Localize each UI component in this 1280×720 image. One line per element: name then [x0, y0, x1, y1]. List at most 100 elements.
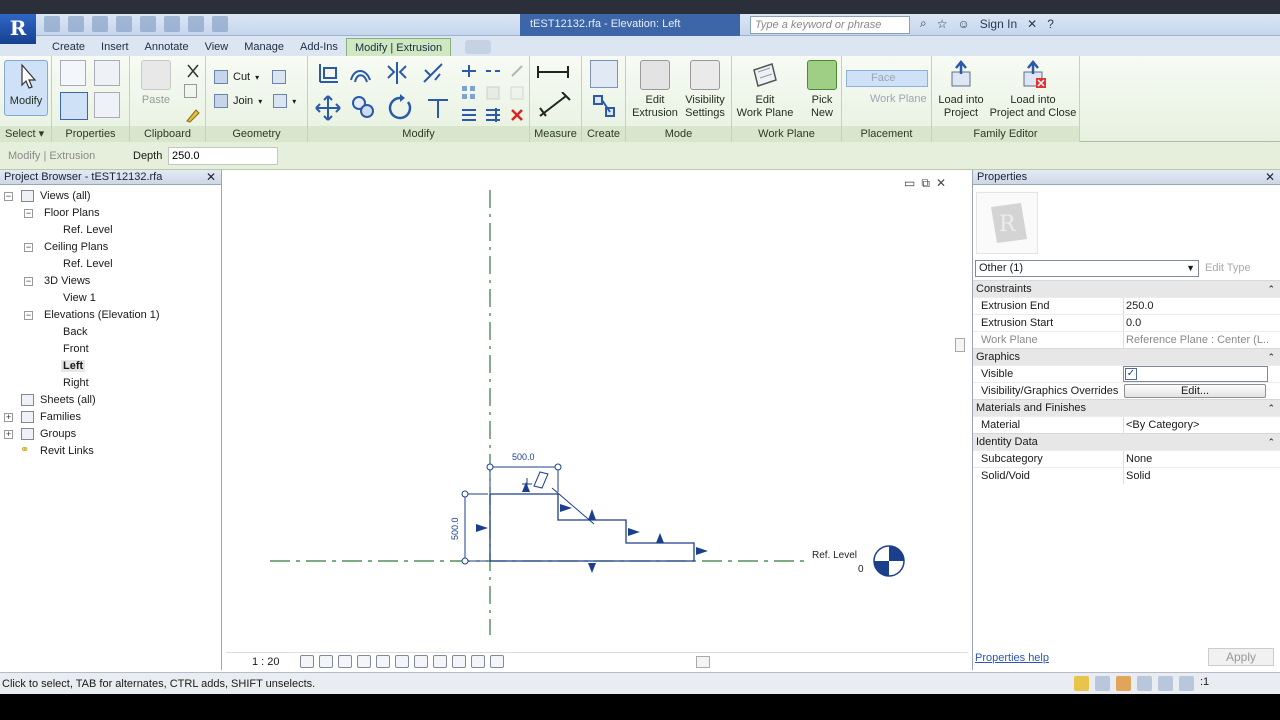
tab-insert[interactable]: Insert	[93, 38, 137, 56]
undo-icon[interactable]	[92, 16, 108, 32]
array-icon[interactable]	[460, 84, 478, 102]
pin-icon[interactable]	[508, 62, 526, 80]
align-icon[interactable]	[316, 60, 342, 86]
width-dimension-text[interactable]: 500.0	[512, 452, 535, 462]
tag-icon[interactable]	[188, 16, 204, 32]
tree-revit-links[interactable]: ⚭ Revit Links	[0, 443, 221, 460]
join-geometry-button[interactable]: Join ▾ ▾	[214, 94, 296, 108]
category-graphics[interactable]: Graphics ⌃	[973, 348, 1280, 365]
properties-icon[interactable]	[60, 92, 88, 120]
extrusion-start-field[interactable]: 0.0	[1123, 315, 1268, 331]
create-group-icon[interactable]	[590, 92, 618, 120]
offset-icon[interactable]	[348, 60, 374, 86]
cut-geometry-button[interactable]: Cut ▾	[214, 70, 287, 84]
ribbon-minimize-button[interactable]	[465, 40, 492, 54]
dimension-grip[interactable]	[554, 463, 562, 471]
user-icon[interactable]: ☺	[958, 17, 970, 31]
level-head-icon[interactable]	[873, 545, 905, 577]
redo-icon[interactable]	[116, 16, 132, 32]
split-gap-icon[interactable]	[484, 62, 502, 80]
tree-groups[interactable]: + Groups	[0, 426, 221, 443]
select-by-face-icon[interactable]	[1137, 676, 1152, 691]
tree-views-all[interactable]: − Views (all)	[0, 188, 221, 205]
apply-button[interactable]: Apply	[1208, 648, 1274, 666]
expand-icon[interactable]: +	[4, 430, 13, 439]
exchange-icon[interactable]: ✕	[1027, 17, 1037, 31]
mirror-draw-icon[interactable]	[420, 60, 446, 86]
rotate-icon[interactable]	[386, 94, 414, 122]
unpin-icon[interactable]	[484, 84, 502, 102]
aligned-dimension-icon[interactable]	[536, 91, 571, 118]
copy-icon[interactable]	[184, 84, 197, 98]
shape-handle-arrow[interactable]	[588, 509, 596, 520]
select-underlay-icon[interactable]	[1095, 676, 1110, 691]
modify-button[interactable]: Modify	[4, 60, 48, 116]
visual-style-icon[interactable]	[319, 655, 333, 668]
close-icon[interactable]: ✕	[206, 170, 216, 184]
star-icon[interactable]: ☆	[937, 17, 948, 31]
tree-elevation-front[interactable]: Front	[0, 341, 221, 358]
vertical-scrollbar[interactable]	[954, 176, 968, 656]
horizontal-scroll-thumb[interactable]	[696, 656, 710, 668]
work-plane-placement-button[interactable]: Work Plane	[846, 92, 928, 109]
delete-icon[interactable]	[508, 106, 526, 124]
split-element-icon[interactable]	[460, 62, 478, 80]
scale-icon[interactable]	[460, 106, 478, 124]
load-into-project-and-close-button[interactable]: Load into Project and Close	[988, 60, 1078, 120]
paste-button[interactable]: Paste	[136, 60, 176, 107]
tree-view-1[interactable]: View 1	[0, 290, 221, 307]
create-similar-icon[interactable]	[590, 60, 618, 88]
analytical-model-icon[interactable]	[452, 655, 466, 668]
shape-handle-arrow[interactable]	[588, 563, 596, 573]
mirror-axis-icon[interactable]	[384, 60, 410, 86]
paint-icon[interactable]	[273, 94, 288, 108]
shape-handle-arrow[interactable]	[628, 528, 640, 536]
copy-element-icon[interactable]	[350, 94, 376, 120]
detail-level-icon[interactable]	[300, 655, 314, 668]
tree-sheets[interactable]: Sheets (all)	[0, 392, 221, 409]
vg-overrides-edit-button[interactable]: Edit...	[1124, 384, 1266, 398]
face-button[interactable]: Face	[846, 70, 928, 87]
tree-elevation-back[interactable]: Back	[0, 324, 221, 341]
pick-new-button[interactable]: Pick New	[802, 60, 842, 120]
tree-floor-plans[interactable]: − Floor Plans	[0, 205, 221, 222]
tab-view[interactable]: View	[197, 38, 237, 56]
tab-create[interactable]: Create	[44, 38, 93, 56]
trim-extend-icon[interactable]	[424, 94, 452, 120]
group-icon[interactable]	[508, 84, 526, 102]
search-input[interactable]: Type a keyword or phrase	[750, 16, 910, 34]
collapse-icon[interactable]: −	[24, 209, 33, 218]
category-constraints[interactable]: Constraints ⌃	[973, 280, 1280, 297]
solid-void-field[interactable]: Solid	[1123, 468, 1268, 484]
drawing-canvas[interactable]: ▭ ⧉ ✕ 500.0 500.0 Ref. Level 0 1: 20	[226, 170, 968, 670]
tree-ceiling-plans[interactable]: − Ceiling Plans	[0, 239, 221, 256]
help-icon[interactable]: ?	[1047, 17, 1054, 31]
family-category-icon[interactable]	[94, 60, 120, 86]
aligned-dimension-icon[interactable]	[164, 16, 180, 32]
shape-handle-arrow[interactable]	[560, 504, 572, 512]
edit-work-plane-button[interactable]: Edit Work Plane	[734, 60, 796, 120]
extrusion-profile[interactable]	[489, 493, 695, 562]
dimension-grip[interactable]	[461, 557, 469, 565]
select-pinned-icon[interactable]	[1116, 676, 1131, 691]
open-icon[interactable]	[44, 16, 60, 32]
tree-floor-ref-level[interactable]: Ref. Level	[0, 222, 221, 239]
load-into-project-button[interactable]: Load into Project	[934, 60, 988, 120]
measure-icon[interactable]	[536, 62, 570, 82]
category-identity-data[interactable]: Identity Data ⌃	[973, 433, 1280, 450]
collapse-icon[interactable]: −	[4, 192, 13, 201]
tab-add-ins[interactable]: Add-Ins	[292, 38, 346, 56]
expand-icon[interactable]: +	[4, 413, 13, 422]
move-icon[interactable]	[314, 94, 342, 122]
trim-multiple-icon[interactable]	[484, 106, 502, 124]
depth-input[interactable]	[168, 147, 278, 165]
select-links-icon[interactable]	[1074, 676, 1089, 691]
show-crop-icon[interactable]	[395, 655, 409, 668]
material-field[interactable]: <By Category>	[1123, 417, 1268, 433]
tab-modify-extrusion[interactable]: Modify | Extrusion	[345, 38, 452, 56]
filter-icon[interactable]	[1179, 676, 1194, 691]
view-scale[interactable]: 1 : 20	[252, 656, 280, 668]
collapse-icon[interactable]: −	[24, 277, 33, 286]
visible-checkbox[interactable]: ✓	[1125, 368, 1137, 380]
binoculars-icon[interactable]: ⌕	[920, 16, 927, 31]
